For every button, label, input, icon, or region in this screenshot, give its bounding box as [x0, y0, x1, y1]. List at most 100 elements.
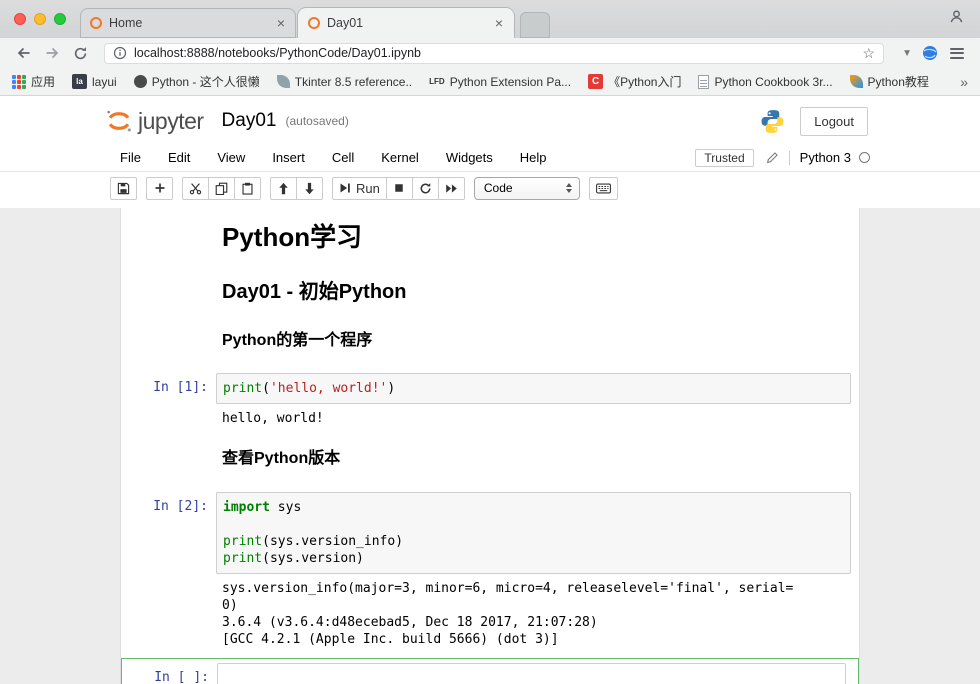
- paste-cell-button[interactable]: [234, 177, 261, 200]
- notebook-container: Python学习 Day01 - 初始Python Python的第一个程序 I…: [120, 208, 860, 684]
- copy-cell-button[interactable]: [208, 177, 235, 200]
- cut-cell-button[interactable]: [182, 177, 209, 200]
- notebook-scroll-area[interactable]: Python学习 Day01 - 初始Python Python的第一个程序 I…: [0, 208, 980, 684]
- bookmark-python-extensions[interactable]: LFD Python Extension Pa...: [429, 74, 571, 89]
- menu-file[interactable]: File: [120, 150, 141, 165]
- kernel-name: Python 3: [800, 150, 851, 165]
- edit-mode-pencil-icon: [766, 151, 779, 164]
- logout-button[interactable]: Logout: [800, 107, 868, 136]
- autosave-status: (autosaved): [285, 114, 348, 128]
- downloads-chevron-icon[interactable]: ▼: [896, 48, 918, 59]
- tkinter-favicon-icon: [277, 75, 290, 88]
- kernel-idle-indicator-icon: [859, 152, 870, 163]
- jupyter-logo[interactable]: jupyter: [104, 106, 204, 136]
- bookmark-python-blog[interactable]: Python - 这个人很懒: [134, 73, 260, 90]
- menu-view[interactable]: View: [217, 150, 245, 165]
- browser-tab-home[interactable]: Home ×: [80, 8, 296, 38]
- bookmark-layui[interactable]: la layui: [72, 74, 117, 89]
- markdown-cell-first-program[interactable]: Python的第一个程序: [121, 325, 859, 357]
- restart-kernel-button[interactable]: [412, 177, 439, 200]
- save-button[interactable]: [110, 177, 137, 200]
- bookmark-apps[interactable]: 应用: [12, 73, 55, 90]
- jupyter-wordmark: jupyter: [138, 108, 204, 135]
- new-tab-button[interactable]: [520, 12, 550, 38]
- jupyter-toolbar: Run Code: [0, 172, 980, 208]
- code-cell-2[interactable]: In [2]: import sys print(sys.version_inf…: [121, 492, 859, 574]
- move-cell-up-button[interactable]: [270, 177, 297, 200]
- zoom-window-button[interactable]: [54, 13, 66, 25]
- output-area-1: hello, world!: [121, 404, 859, 427]
- forward-icon[interactable]: [40, 41, 64, 65]
- close-tab-icon[interactable]: ×: [492, 15, 506, 31]
- menu-widgets[interactable]: Widgets: [446, 150, 493, 165]
- heading-python-study: Python学习: [222, 223, 851, 253]
- code-input-area[interactable]: print('hello, world!'): [216, 373, 851, 404]
- menu-help[interactable]: Help: [520, 150, 547, 165]
- python-logo-icon: [759, 108, 786, 135]
- restart-run-all-button[interactable]: [438, 177, 465, 200]
- output-text: sys.version_info(major=3, minor=6, micro…: [222, 580, 851, 648]
- tab-label: Home: [109, 16, 274, 30]
- jupyter-favicon-icon: [308, 17, 320, 29]
- tab-strip: Home × Day01 ×: [80, 0, 550, 38]
- markdown-cell-day01[interactable]: Day01 - 初始Python: [121, 274, 859, 311]
- code-input-area[interactable]: import sys print(sys.version_info)print(…: [216, 492, 851, 574]
- heading-day01: Day01 - 初始Python: [222, 281, 851, 304]
- browser-tab-day01[interactable]: Day01 ×: [298, 8, 514, 38]
- add-cell-button[interactable]: [146, 177, 173, 200]
- run-cell-button[interactable]: Run: [332, 177, 387, 200]
- notebook-title[interactable]: Day01: [222, 110, 277, 132]
- bookmarks-bar: 应用 la layui Python - 这个人很懒 Tkinter 8.5 r…: [0, 68, 980, 96]
- input-prompt: In [1]:: [121, 373, 216, 404]
- back-icon[interactable]: [12, 41, 36, 65]
- page-info-icon[interactable]: [113, 46, 127, 60]
- bookmark-star-icon[interactable]: ☆: [863, 46, 876, 60]
- heading-check-version: 查看Python版本: [222, 450, 851, 468]
- trusted-badge[interactable]: Trusted: [695, 149, 753, 167]
- url-input[interactable]: [134, 46, 863, 60]
- code-cell-1[interactable]: In [1]: print('hello, world!'): [121, 373, 859, 404]
- screen: Home × Day01 ×: [0, 0, 980, 684]
- markdown-cell-check-version[interactable]: 查看Python版本: [121, 443, 859, 475]
- layui-favicon-icon: la: [72, 74, 87, 89]
- select-stepper-icon: [566, 183, 572, 193]
- menu-insert[interactable]: Insert: [272, 150, 305, 165]
- code-cell-empty-selected[interactable]: In [ ]:: [121, 658, 859, 684]
- menu-cell[interactable]: Cell: [332, 150, 354, 165]
- menu-edit[interactable]: Edit: [168, 150, 190, 165]
- cell-type-value: Code: [484, 181, 566, 195]
- bookmark-python-intro[interactable]: C 《Python入门: [588, 73, 681, 90]
- command-palette-button[interactable]: [589, 177, 618, 200]
- notebook-status-area: Trusted Python 3: [695, 149, 870, 167]
- minimize-window-button[interactable]: [34, 13, 46, 25]
- move-cell-down-button[interactable]: [296, 177, 323, 200]
- bookmark-python-cookbook[interactable]: Python Cookbook 3r...: [698, 75, 832, 89]
- markdown-cell-title[interactable]: Python学习: [121, 216, 859, 260]
- jupyter-header: jupyter Day01 (autosaved) Logout: [0, 96, 980, 146]
- csdn-favicon-icon: C: [588, 74, 603, 89]
- bookmark-python-tutorial[interactable]: Python教程: [850, 73, 929, 90]
- input-prompt: In [2]:: [121, 492, 216, 574]
- blog-favicon-icon: [134, 75, 147, 88]
- globe-extension-icon[interactable]: [922, 45, 938, 61]
- close-tab-icon[interactable]: ×: [274, 15, 288, 31]
- menu-kernel[interactable]: Kernel: [381, 150, 419, 165]
- feather-favicon-icon: [850, 75, 863, 88]
- lfd-favicon-icon: LFD: [429, 74, 445, 89]
- heading-first-program: Python的第一个程序: [222, 332, 851, 350]
- close-window-button[interactable]: [14, 13, 26, 25]
- browser-menu-icon[interactable]: [942, 48, 970, 59]
- apps-grid-icon: [12, 75, 26, 89]
- bookmark-tkinter-reference[interactable]: Tkinter 8.5 reference..: [277, 75, 412, 89]
- divider: [789, 151, 790, 165]
- bookmarks-overflow-icon[interactable]: »: [960, 74, 968, 90]
- interrupt-kernel-button[interactable]: [386, 177, 413, 200]
- cell-type-select[interactable]: Code: [474, 177, 580, 200]
- address-bar[interactable]: ☆: [104, 43, 884, 64]
- run-button-label: Run: [356, 181, 380, 196]
- code-input-area[interactable]: [217, 663, 846, 684]
- profile-icon[interactable]: [949, 9, 964, 29]
- tab-label: Day01: [327, 16, 492, 30]
- window-controls: [14, 13, 66, 25]
- reload-icon[interactable]: [68, 41, 92, 65]
